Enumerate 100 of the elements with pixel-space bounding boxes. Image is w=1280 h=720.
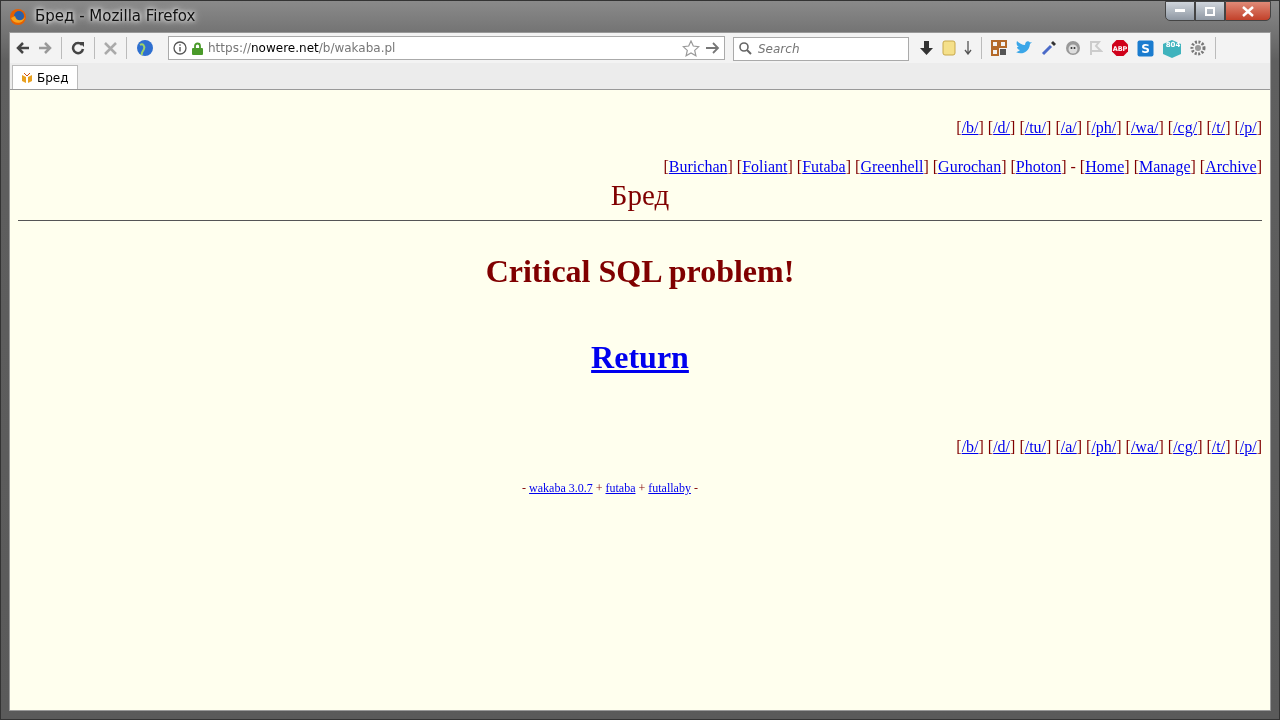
window-title: Бред - Mozilla Firefox: [35, 6, 196, 28]
close-icon: [1242, 5, 1254, 17]
bracket-text: [: [1133, 158, 1139, 175]
bracket-text: [: [1206, 119, 1212, 136]
bracket-text: ]: [923, 158, 929, 175]
search-icon: [739, 42, 752, 55]
nav-link-text[interactable]: Futaba: [802, 158, 846, 175]
minimize-icon: [1175, 9, 1185, 13]
bracket-text: ]: [1001, 158, 1007, 175]
nav-link-text[interactable]: /a/: [1060, 438, 1077, 455]
close-button[interactable]: [1225, 1, 1271, 21]
nav-link-text[interactable]: /tu/: [1024, 119, 1047, 136]
bracket-text: [: [956, 438, 962, 455]
nav-link-text[interactable]: /ph/: [1091, 119, 1117, 136]
bracket-text: ]: [1061, 158, 1067, 175]
nav-link-text[interactable]: /cg/: [1173, 119, 1198, 136]
down-arrow-icon[interactable]: [962, 39, 974, 57]
bracket-text: [: [1055, 438, 1061, 455]
nav-link-text[interactable]: /ph/: [1091, 438, 1117, 455]
reload-button[interactable]: [69, 39, 87, 57]
minimize-button[interactable]: [1165, 1, 1195, 21]
bookmark-star-icon[interactable]: [682, 39, 700, 57]
nav-link-text[interactable]: /b/: [961, 438, 979, 455]
nav-link-text[interactable]: /d/: [993, 438, 1011, 455]
nav-link-text[interactable]: /d/: [993, 119, 1011, 136]
separator-text: -: [522, 481, 527, 495]
nav-link-text[interactable]: Archive: [1205, 158, 1257, 175]
bracket-text: [: [855, 158, 861, 175]
bracket-text: [: [1019, 438, 1025, 455]
credit-link[interactable]: futallaby: [648, 481, 691, 495]
globe-icon[interactable]: [134, 37, 156, 59]
bracket-text: [: [1086, 119, 1092, 136]
separator-text: +: [595, 481, 603, 495]
eyedropper-icon[interactable]: [1039, 38, 1059, 58]
credit-link[interactable]: futaba: [605, 481, 636, 495]
credit-link[interactable]: wakaba 3.0.7: [529, 481, 593, 495]
nav-link-text[interactable]: /wa/: [1130, 119, 1159, 136]
nav-link-text[interactable]: Greenhell: [860, 158, 924, 175]
nav-link-text[interactable]: Home: [1085, 158, 1125, 175]
search-field[interactable]: Search: [733, 37, 909, 61]
info-icon[interactable]: [173, 41, 187, 55]
bracket-text: [: [796, 158, 803, 175]
nav-link-text[interactable]: /cg/: [1173, 438, 1198, 455]
bracket-text: ]: [1158, 438, 1164, 455]
go-arrow-icon[interactable]: [705, 42, 720, 54]
bracket-text: ]: [1197, 119, 1203, 136]
bracket-text: ]: [787, 158, 793, 175]
bracket-text: ]: [1116, 438, 1122, 455]
lock-icon[interactable]: [192, 41, 203, 55]
browser-tab[interactable]: Бред: [12, 65, 78, 89]
nav-link-text[interactable]: Burichan: [668, 158, 728, 175]
separator-text: -: [693, 481, 698, 495]
qr-code-icon[interactable]: [989, 38, 1009, 58]
maximize-button[interactable]: [1195, 1, 1225, 21]
bracket-text: [: [1019, 119, 1025, 136]
bracket-text: [: [956, 119, 962, 136]
back-button[interactable]: [14, 40, 32, 56]
bracket-text: ]: [1256, 158, 1262, 175]
bracket-text: ]: [1256, 119, 1262, 136]
nav-link-text[interactable]: Gurochan: [938, 158, 1002, 175]
board-title: Бред: [609, 181, 671, 210]
gear-icon[interactable]: [1188, 38, 1208, 58]
bracket-text: ]: [1124, 158, 1130, 175]
download-icon[interactable]: [917, 38, 936, 58]
bracket-text: ]: [978, 119, 984, 136]
bracket-text: [: [1125, 119, 1131, 136]
bracket-text: [: [663, 158, 669, 175]
site-favicon-icon: [21, 71, 33, 84]
bracket-text: ]: [1256, 438, 1262, 455]
return-link[interactable]: Return: [591, 339, 689, 375]
nav-link-text[interactable]: /tu/: [1024, 438, 1047, 455]
bracket-text: ]: [1046, 438, 1052, 455]
bracket-text: [: [736, 158, 743, 175]
nav-link-text[interactable]: /p/: [1239, 438, 1257, 455]
bracket-text: ]: [1225, 438, 1231, 455]
nav-link-text[interactable]: /p/: [1239, 119, 1257, 136]
separator-text: -: [1070, 158, 1076, 175]
bracket-text: ]: [1116, 119, 1122, 136]
nav-link-text[interactable]: Manage: [1138, 158, 1191, 175]
bracket-text: [: [1010, 158, 1016, 175]
bracket-text: [: [987, 438, 994, 455]
bracket-text: ]: [845, 158, 852, 175]
maximize-icon: [1205, 6, 1215, 16]
bracket-text: [: [1167, 438, 1174, 455]
bracket-text: ]: [978, 438, 984, 455]
nav-link-text[interactable]: /t/: [1211, 438, 1226, 455]
nav-link-text[interactable]: /t/: [1211, 119, 1226, 136]
monkey-face-icon[interactable]: [1063, 38, 1083, 58]
bracket-text: [: [1199, 158, 1206, 175]
bracket-text: ]: [727, 158, 733, 175]
nav-link-text[interactable]: /a/: [1060, 119, 1077, 136]
separator-text: +: [638, 481, 646, 495]
firefox-logo-icon: [9, 7, 27, 26]
bracket-text: ]: [1225, 119, 1231, 136]
bracket-text: [: [987, 119, 994, 136]
nav-link-text[interactable]: Foliant: [742, 158, 788, 175]
bracket-text: ]: [1046, 119, 1052, 136]
nav-link-text[interactable]: /wa/: [1130, 438, 1159, 455]
nav-link-text[interactable]: /b/: [961, 119, 979, 136]
nav-link-text[interactable]: Photon: [1015, 158, 1062, 175]
